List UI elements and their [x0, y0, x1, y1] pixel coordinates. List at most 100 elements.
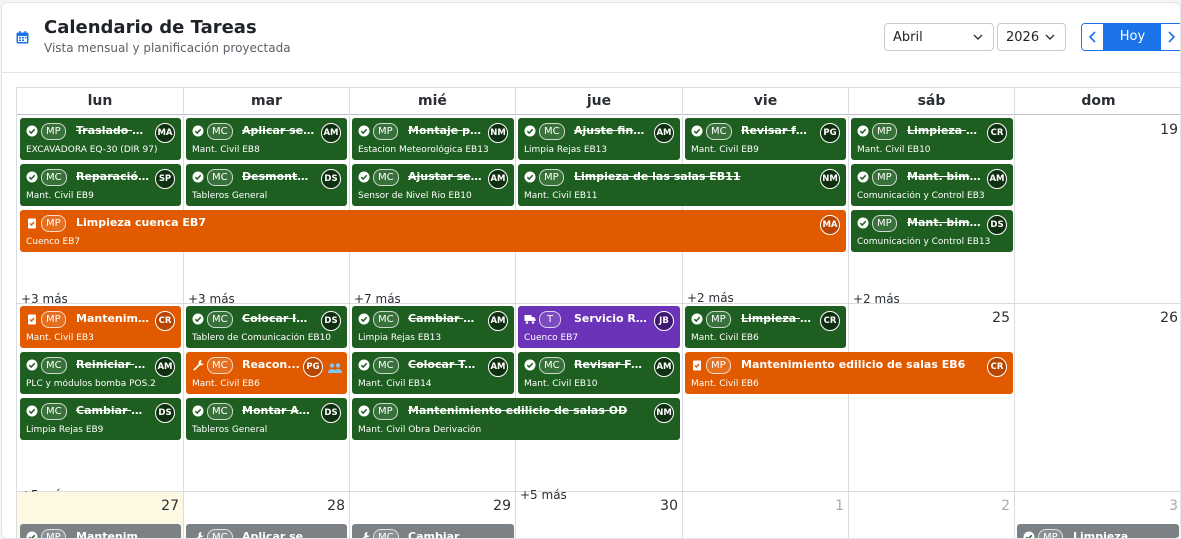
event-type-badge: MP [41, 529, 66, 538]
event-title: Aplicar sell... [242, 124, 315, 137]
calendar-event[interactable]: MP Mant. bime... AMComunicación y Control … [851, 164, 1013, 206]
event-type-badge: MC [373, 357, 399, 374]
event-location: Mant. Civil EB8 [192, 145, 260, 155]
event-type-badge: MP [41, 311, 66, 328]
calendar-event[interactable]: MC Colocar Tor... AM Mant. Civil EB14 [352, 352, 514, 394]
event-type-badge: MC [373, 169, 399, 186]
calendar-event[interactable]: MC Cambiar Pu... AM Limpia Rejas EB13 [352, 306, 514, 348]
assignee-avatar: AM [654, 357, 674, 377]
weekday-header: lun [17, 88, 184, 115]
calendar-event[interactable]: MC Aplicar sell... [186, 524, 347, 538]
wrench-icon [196, 532, 204, 538]
calendar-event[interactable]: MC Revisar fall... PG Mant. Civil EB9 [685, 118, 846, 160]
event-type-badge: MC [207, 311, 233, 328]
event-title: Colocar Tor... [408, 358, 482, 371]
calendar-event[interactable]: MP Limpieza cuenca EB7 MA Cuenco EB7 [20, 210, 846, 252]
event-type-badge: MC [539, 357, 565, 374]
day-number: 30 [660, 498, 678, 514]
calendar-event[interactable]: MP Mantenimiento edilicio de salas OD NM Ma… [352, 398, 680, 440]
event-type-badge: MP [872, 169, 897, 186]
calendar-event[interactable]: MP Montaje pl... NM Estacion Meteorológica … [352, 118, 514, 160]
event-location: Mant. Civil Obra Derivación [358, 425, 482, 435]
event-title: Mantenimie... [76, 530, 149, 539]
calendar-event[interactable]: MP Traslado Ex... MA EXCAVADORA EQ-30 (DIR … [20, 118, 181, 160]
month-select[interactable]: Abril [884, 23, 994, 51]
calendar-event[interactable]: MP Limpieza de... [1017, 524, 1179, 538]
day-number: 1 [835, 498, 844, 514]
day-cell[interactable]: 25 [849, 304, 1015, 492]
calendar-event[interactable]: MP Mantenimie... [20, 524, 181, 539]
year-select[interactable]: 2026 [997, 23, 1066, 51]
previous-month-button[interactable] [1082, 24, 1104, 50]
calendar-event[interactable]: MC Cambiar Pu... DS Limpia Rejas EB9 [20, 398, 181, 440]
event-location: Tableros General [192, 191, 268, 201]
month-grid: lunmarmiéjueviesábdom13+3 más14+3 más15+… [16, 87, 1180, 539]
event-type-badge: MC [539, 123, 565, 140]
today-button[interactable]: Hoy [1104, 24, 1161, 50]
check-circle-icon [691, 313, 703, 325]
event-title: Desmontar-... [242, 170, 315, 183]
event-type-badge: MP [41, 123, 66, 140]
assignee-avatar: SP [155, 169, 175, 189]
next-month-button[interactable] [1160, 24, 1180, 50]
event-title: Traslado Ex... [76, 124, 149, 137]
assignee-avatar: PG [303, 357, 323, 377]
day-cell[interactable]: 19 [1015, 116, 1180, 304]
calendar-event[interactable]: MP Limpieza de... CR Mant. Civil EB6 [685, 306, 846, 348]
calendar-event[interactable]: MP Mantenimiento edilicio de salas EB6 CR M… [685, 352, 1013, 394]
assignee-avatar: NM [820, 169, 840, 189]
event-title: Mantenimie... [76, 312, 149, 325]
event-type-badge: MP [373, 123, 398, 140]
calendar-event[interactable]: MC Reparación-... SP Mant. Civil EB9 [20, 164, 181, 206]
day-cell[interactable]: 30 [516, 492, 683, 538]
event-location: Mant. Civil EB3 [26, 333, 94, 343]
check-circle-icon [192, 125, 204, 137]
event-location: EXCAVADORA EQ-30 (DIR 97) [26, 145, 158, 155]
calendar-event[interactable]: MP Limpieza de... CR Mant. Civil EB10 [851, 118, 1013, 160]
event-location: Cuenco EB7 [524, 333, 579, 343]
weekday-header: dom [1015, 88, 1180, 115]
event-title: Limpieza de... [741, 312, 814, 325]
calendar-event[interactable]: MC Colocar Inv... DS Tablero de Comunicació… [186, 306, 347, 348]
assignee-avatar: CR [987, 123, 1007, 143]
calendar-event[interactable]: MC Desmontar-... DS Tableros General [186, 164, 347, 206]
day-number: 26 [1160, 310, 1178, 326]
check-circle-icon [524, 359, 536, 371]
calendar-event[interactable]: MC Aplicar sell... AM Mant. Civil EB8 [186, 118, 347, 160]
calendar-event[interactable]: MC Ajustar sen... AM Sensor de Nivel Rio EB… [352, 164, 514, 206]
calendar-event[interactable]: MC Ajuste fin d... AM Limpia Rejas EB13 [518, 118, 680, 160]
event-location: Mant. Civil EB14 [358, 379, 432, 389]
calendar-event[interactable]: MP Limpieza de las salas EB11 NM Mant. Civi… [518, 164, 846, 206]
check-circle-icon [358, 171, 370, 183]
day-cell[interactable]: 1 [683, 492, 849, 538]
calendar-event[interactable]: MC Reacon... PG Mant. Civil EB6 [186, 352, 347, 394]
calendar-event[interactable]: MC Cambiar Pu... [352, 524, 514, 538]
calendar-event[interactable]: MC Reiniciar Se... AM PLC y módulos bomba P… [20, 352, 181, 394]
weekday-header: vie [683, 88, 849, 115]
event-location: Estacion Meteorológica EB13 [358, 145, 489, 155]
weekday-header: jue [516, 88, 683, 115]
event-title: Cambiar Pu... [408, 312, 482, 325]
calendar-event[interactable]: MP Mant. bime... DS Comunicación y Control … [851, 210, 1013, 252]
calendar-event[interactable]: MP Mantenimie... CR Mant. Civil EB3 [20, 306, 181, 348]
more-events-link[interactable]: +2 más [687, 291, 734, 305]
assignee-avatar: AM [987, 169, 1007, 189]
day-cell[interactable]: 26 [1015, 304, 1180, 492]
assignee-avatar: PG [820, 123, 840, 143]
day-cell[interactable]: 2 [849, 492, 1015, 538]
month-select-value: Abril [893, 30, 923, 45]
calendar-event[interactable]: MC Revisar Fall... AM Mant. Civil EB10 [518, 352, 680, 394]
check-circle-icon [358, 405, 370, 417]
assignee-avatar: DS [321, 403, 341, 423]
calendar-event[interactable]: MC Montar Arr... DS Tableros General [186, 398, 347, 440]
assignee-avatar: DS [321, 311, 341, 331]
calendar-event[interactable]: T Servicio Roll ... JB Cuenco EB7 [518, 306, 680, 348]
event-type-badge: MP [1038, 529, 1063, 538]
page-subtitle: Vista mensual y planificación proyectada [44, 41, 291, 55]
event-title: Ajuste fin d... [574, 124, 648, 137]
event-location: Mant. Civil EB9 [26, 191, 94, 201]
event-title: Mantenimiento edilicio de salas OD [408, 404, 628, 417]
check-circle-icon [26, 405, 38, 417]
check-circle-icon [26, 125, 38, 137]
check-circle-icon [192, 171, 204, 183]
